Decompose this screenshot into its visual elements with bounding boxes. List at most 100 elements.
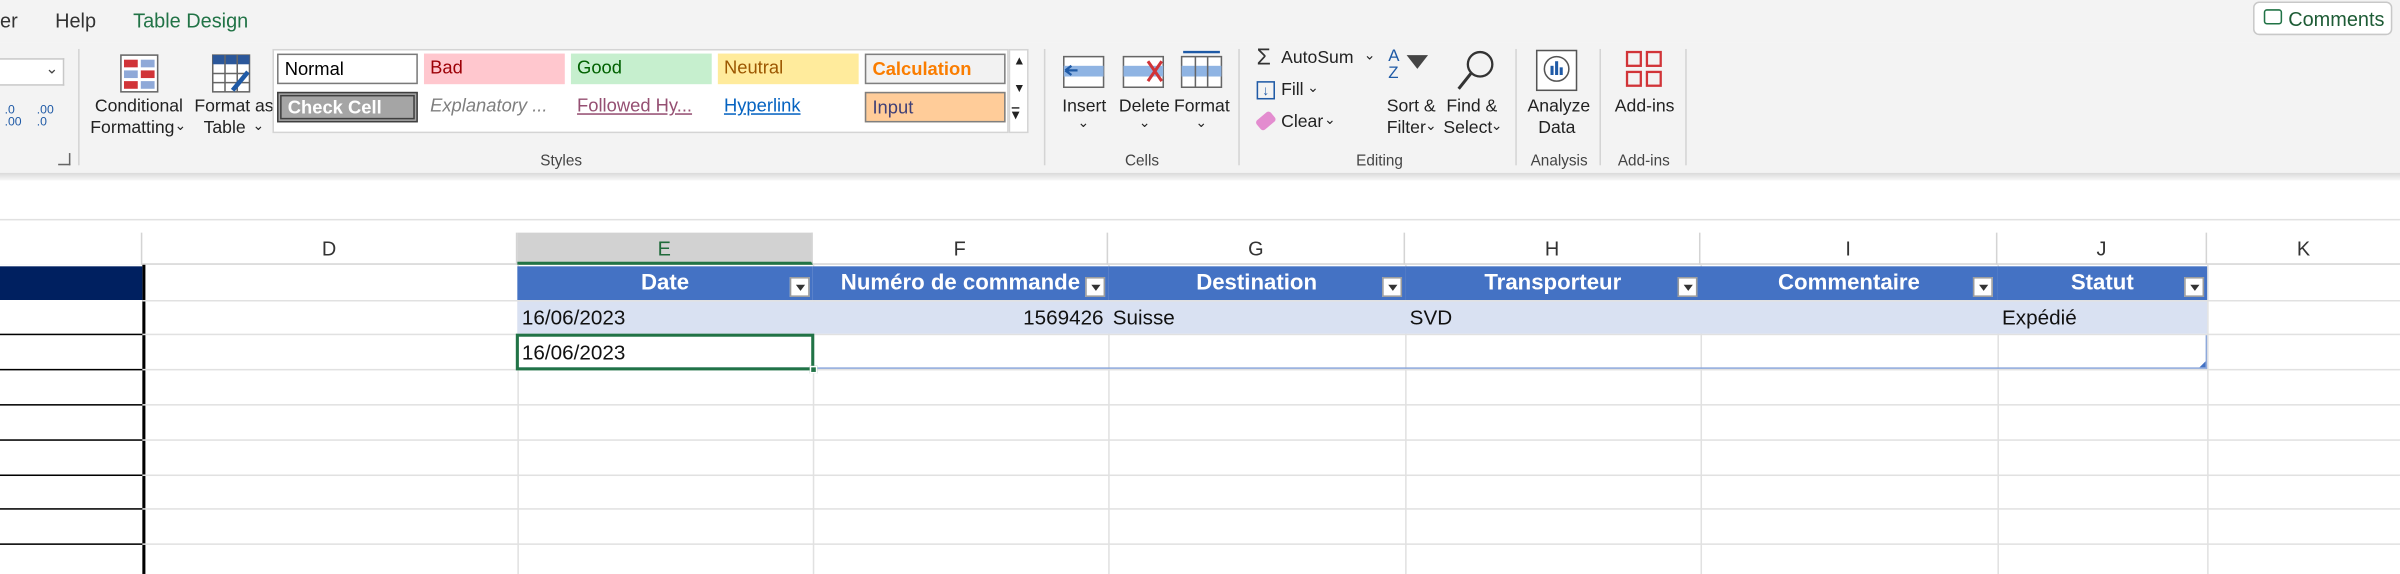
format-as-table-label-2: Table — [203, 119, 246, 138]
column-header-d[interactable]: D — [142, 232, 518, 265]
chevron-down-icon: ⌄ — [45, 61, 59, 79]
chevron-down-icon: ⌄ — [252, 117, 265, 134]
fill-down-icon: ↓ — [1256, 81, 1275, 100]
column-header-row: D E F G H I J K — [0, 232, 2400, 265]
format-cells-icon — [1180, 50, 1223, 89]
sort-filter-button[interactable]: AZ Sort & Filter ⌄ — [1382, 48, 1440, 141]
conditional-formatting-label-2: Formatting — [90, 119, 175, 138]
dialog-launcher-icon[interactable] — [58, 153, 71, 166]
find-select-button[interactable]: Find & Select ⌄ — [1443, 49, 1504, 141]
grid-line — [142, 543, 2400, 545]
clear-button[interactable]: Clear ⌄ — [1254, 110, 1339, 138]
format-button[interactable]: Format ⌄ — [1172, 49, 1230, 141]
sigma-icon: Σ — [1256, 44, 1271, 71]
chevron-down-icon: ⌄ — [1138, 114, 1151, 131]
comments-button[interactable]: Comments — [2253, 1, 2393, 36]
column-header-j[interactable]: J — [1997, 232, 2208, 265]
left-table-row-border — [0, 368, 143, 371]
tab-partial[interactable]: er — [0, 9, 18, 32]
column-header-e[interactable]: E — [517, 232, 813, 265]
table-header-order-number[interactable]: Numéro de commande — [812, 266, 1109, 300]
style-normal[interactable]: Normal — [277, 53, 418, 85]
style-calculation[interactable]: Calculation — [864, 53, 1006, 85]
column-header-i[interactable]: I — [1700, 232, 1998, 265]
filter-dropdown-button[interactable] — [2184, 277, 2205, 297]
style-check-cell[interactable]: Check Cell — [277, 91, 418, 123]
insert-button[interactable]: Insert ⌄ — [1056, 49, 1111, 141]
styles-gallery-scroll[interactable]: ▲ ▼ ▾ — [1008, 48, 1029, 134]
table-header-carrier[interactable]: Transporteur — [1405, 266, 1701, 300]
cell-date[interactable]: 16/06/2023 — [522, 302, 625, 336]
cell-status[interactable]: Expédié — [2002, 302, 2077, 336]
table-resize-handle[interactable] — [2199, 361, 2206, 368]
filter-dropdown-button[interactable] — [1677, 277, 1698, 297]
style-good[interactable]: Good — [570, 53, 712, 85]
style-bad[interactable]: Bad — [423, 53, 565, 85]
left-table-border — [142, 264, 146, 574]
column-header-h[interactable]: H — [1405, 232, 1701, 265]
conditional-formatting-button[interactable]: Conditional Formatting ⌄ — [89, 49, 188, 144]
insert-icon — [1063, 55, 1105, 89]
sort-filter-label-2: Filter — [1386, 119, 1426, 138]
header-label: Destination — [1196, 270, 1318, 296]
cell-destination[interactable]: Suisse — [1113, 302, 1175, 336]
cell-order-number[interactable]: 1569426 — [813, 302, 1103, 336]
format-as-table-button[interactable]: Format as Table ⌄ — [191, 49, 274, 144]
style-followed-hyperlink[interactable]: Followed Hy... — [571, 92, 712, 123]
filter-dropdown-button[interactable] — [1382, 277, 1403, 297]
filter-dropdown-button[interactable] — [1972, 277, 1993, 297]
column-header-f[interactable]: F — [813, 232, 1109, 265]
add-ins-button[interactable]: Add-ins — [1607, 49, 1680, 141]
separator — [1515, 48, 1517, 166]
style-input[interactable]: Input — [864, 91, 1006, 123]
eraser-icon — [1254, 110, 1277, 132]
analyze-data-label: Analyze — [1527, 97, 1591, 117]
separator — [1599, 48, 1602, 166]
add-ins-icon — [1625, 50, 1662, 87]
left-table-header[interactable] — [0, 266, 143, 300]
table-header-date[interactable]: Date — [517, 266, 813, 300]
tab-table-design[interactable]: Table Design — [133, 9, 248, 32]
fill-handle[interactable] — [809, 365, 818, 374]
cell-date[interactable]: 16/06/2023 — [522, 337, 625, 371]
separator — [1043, 48, 1046, 166]
decrease-decimal-button[interactable]: .00 .0 — [37, 103, 65, 132]
styles-group-label: Styles — [540, 153, 582, 170]
column-header-g[interactable]: G — [1108, 232, 1406, 265]
filter-dropdown-button[interactable] — [789, 277, 810, 297]
filter-dropdown-button[interactable] — [1085, 277, 1106, 297]
column-header-partial[interactable] — [0, 232, 143, 265]
add-ins-group-label: Add-ins — [1617, 153, 1670, 170]
header-label: Transporteur — [1484, 270, 1622, 296]
style-neutral[interactable]: Neutral — [717, 53, 859, 85]
table-header-destination[interactable]: Destination — [1108, 266, 1406, 300]
left-table-row-border — [0, 333, 143, 336]
analyze-data-button[interactable]: Analyze Data — [1523, 49, 1592, 141]
style-hyperlink[interactable]: Hyperlink — [718, 92, 859, 123]
left-table-row-border — [0, 508, 143, 510]
increase-decimal-button[interactable]: .0 .00 — [5, 103, 33, 132]
find-select-label: Find & — [1446, 97, 1498, 117]
conditional-formatting-label: Conditional — [94, 97, 183, 117]
autosum-button[interactable]: Σ AutoSum ⌄ — [1255, 44, 1377, 74]
column-header-k[interactable]: K — [2207, 233, 2400, 265]
chevron-down-icon: ⌄ — [174, 117, 187, 134]
cell-carrier[interactable]: SVD — [1410, 302, 1452, 336]
left-table-row-border — [0, 439, 143, 441]
chevron-down-icon: ⌄ — [1323, 111, 1336, 128]
separator — [1685, 48, 1687, 166]
more-styles-icon: ▾ — [1011, 107, 1020, 124]
number-format-dropdown[interactable]: ⌄ — [0, 58, 65, 86]
delete-icon — [1122, 55, 1165, 89]
header-label: Date — [640, 270, 690, 296]
table-header-status[interactable]: Statut — [1997, 266, 2208, 300]
style-explanatory[interactable]: Explanatory ... — [424, 92, 565, 123]
fill-button[interactable]: ↓ Fill ⌄ — [1255, 78, 1324, 106]
grid-line — [142, 508, 2400, 510]
delete-button[interactable]: Delete ⌄ — [1117, 49, 1172, 141]
grid-line — [2207, 264, 2209, 574]
table-header-comment[interactable]: Commentaire — [1700, 266, 1998, 300]
tab-help[interactable]: Help — [55, 9, 96, 32]
formula-bar[interactable] — [0, 180, 2400, 221]
scroll-down-icon: ▼ — [1013, 81, 1026, 95]
